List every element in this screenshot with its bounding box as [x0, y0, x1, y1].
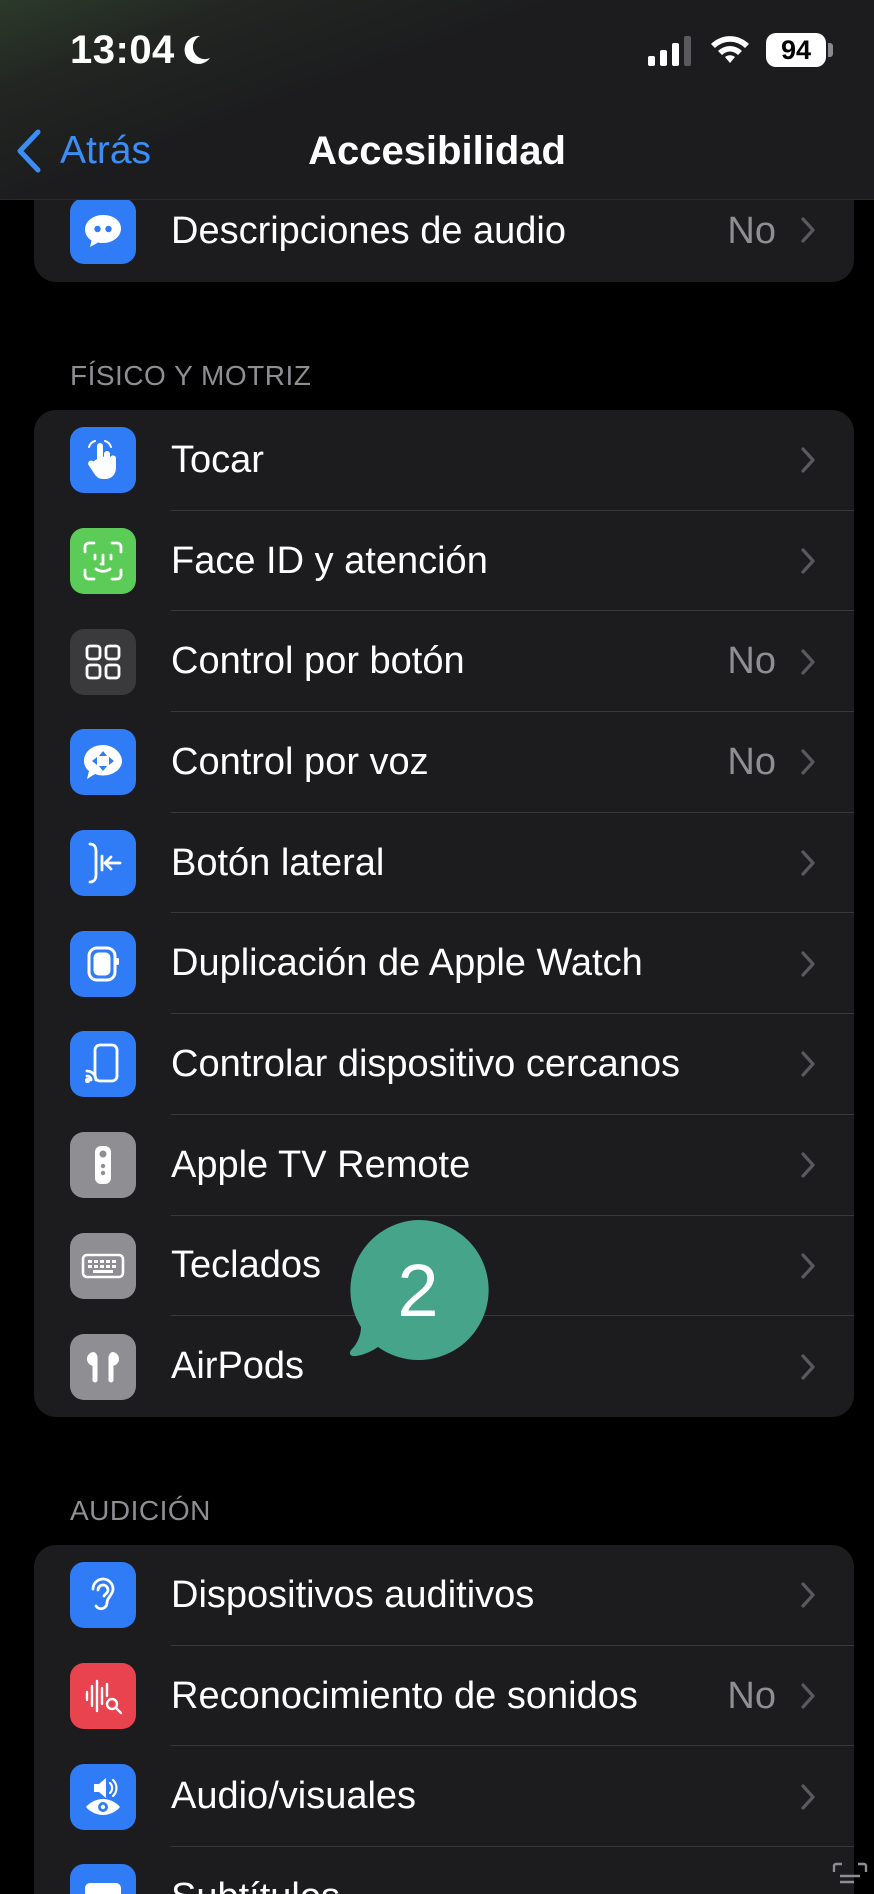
- list-item-sound-recognition[interactable]: Reconocimiento de sonidos No: [34, 1646, 854, 1747]
- chevron-right-icon: [801, 548, 815, 574]
- list-item-side-button[interactable]: Botón lateral: [34, 813, 854, 914]
- list-item-subtitles[interactable]: Subtítulos: [34, 1847, 854, 1894]
- list-item-audio-visual[interactable]: Audio/visuales: [34, 1746, 854, 1848]
- audio-visual-label: Audio/visuales: [171, 1775, 417, 1818]
- status-time: 13:04: [70, 28, 175, 72]
- list-item-voice-control[interactable]: Control por voz No: [34, 712, 854, 813]
- touch-hand-icon: [70, 427, 136, 494]
- keyboards-label: Teclados: [171, 1244, 321, 1287]
- voice-control-value: No: [727, 740, 776, 783]
- apple-watch-label: Duplicación de Apple Watch: [171, 942, 643, 985]
- chevron-right-icon: [801, 749, 815, 776]
- list-item-touch[interactable]: Tocar: [34, 410, 854, 511]
- chevron-right-icon: [801, 951, 815, 977]
- hearing-devices-label: Dispositivos auditivos: [171, 1573, 535, 1616]
- switch-control-icon: [70, 628, 136, 695]
- tv-remote-icon: [70, 1132, 136, 1199]
- side-button-icon: [70, 830, 136, 897]
- section-header-physical: FÍSICO Y MOTRIZ: [70, 360, 312, 391]
- chevron-right-icon: [801, 1683, 815, 1709]
- subtitles-label: Subtítulos: [171, 1876, 340, 1894]
- voice-control-label: Control por voz: [171, 740, 429, 783]
- chevron-right-icon: [801, 649, 815, 675]
- nearby-device-icon: [70, 1031, 136, 1098]
- annotation-number: 2: [397, 1248, 439, 1332]
- scan-text-icon[interactable]: [830, 1860, 870, 1894]
- navigation-header: 13:04 94 Atrás Accesibilidad: [0, 0, 874, 200]
- sound-recognition-icon: [70, 1663, 136, 1730]
- nearby-devices-label: Controlar dispositivo cercanos: [171, 1042, 681, 1085]
- chevron-right-icon: [801, 1253, 815, 1279]
- apple-watch-icon: [70, 930, 136, 997]
- chevron-right-icon: [801, 1152, 815, 1178]
- subtitles-icon: [70, 1864, 136, 1894]
- list-item-hearing-devices[interactable]: Dispositivos auditivos: [34, 1545, 854, 1646]
- list-item-face-id[interactable]: Face ID y atención: [34, 511, 854, 612]
- accessibility-screen: Descripciones de audio No 13:04 94 Atrás…: [0, 0, 874, 1894]
- cellular-signal-icon: [648, 36, 691, 66]
- ear-icon: [70, 1562, 136, 1629]
- chevron-right-icon: [801, 217, 815, 243]
- airpods-label: AirPods: [171, 1345, 305, 1388]
- audio-visual-icon: [70, 1763, 136, 1830]
- chevron-right-icon: [801, 1051, 815, 1078]
- list-item-apple-watch-mirroring[interactable]: Duplicación de Apple Watch: [34, 913, 854, 1015]
- sound-recognition-value: No: [727, 1674, 776, 1717]
- list-item-switch-control[interactable]: Control por botón No: [34, 611, 854, 713]
- battery-cap: [828, 43, 833, 57]
- chevron-right-icon: [801, 447, 815, 473]
- audio-descriptions-label: Descripciones de audio: [171, 210, 567, 252]
- face-id-label: Face ID y atención: [171, 539, 488, 582]
- section-header-hearing: AUDICIÓN: [70, 1495, 211, 1526]
- touch-label: Tocar: [171, 438, 264, 481]
- chevron-right-icon: [801, 850, 815, 876]
- hearing-group: Dispositivos auditivos Reconocimiento de…: [34, 1545, 854, 1894]
- airpods-icon: [70, 1333, 136, 1400]
- battery-indicator: 94: [766, 33, 826, 67]
- chevron-right-icon: [801, 1582, 815, 1608]
- audio-descriptions-value: No: [727, 210, 776, 252]
- voice-control-icon: [70, 729, 136, 796]
- sound-recognition-label: Reconocimiento de sonidos: [171, 1674, 638, 1717]
- chevron-right-icon: [801, 1353, 815, 1380]
- switch-control-label: Control por botón: [171, 640, 465, 683]
- side-button-label: Botón lateral: [171, 841, 385, 884]
- list-item-apple-tv-remote[interactable]: Apple TV Remote: [34, 1115, 854, 1216]
- list-item-nearby-devices[interactable]: Controlar dispositivo cercanos: [34, 1014, 854, 1115]
- wifi-icon: [711, 36, 749, 63]
- speech-bubble-icon: [70, 198, 136, 264]
- moon-icon: [184, 35, 210, 64]
- face-id-icon: [70, 528, 136, 595]
- switch-control-value: No: [727, 640, 776, 683]
- page-title: Accesibilidad: [308, 129, 566, 173]
- tv-remote-label: Apple TV Remote: [171, 1143, 471, 1186]
- keyboard-icon: [70, 1232, 136, 1299]
- chevron-right-icon: [801, 1784, 815, 1810]
